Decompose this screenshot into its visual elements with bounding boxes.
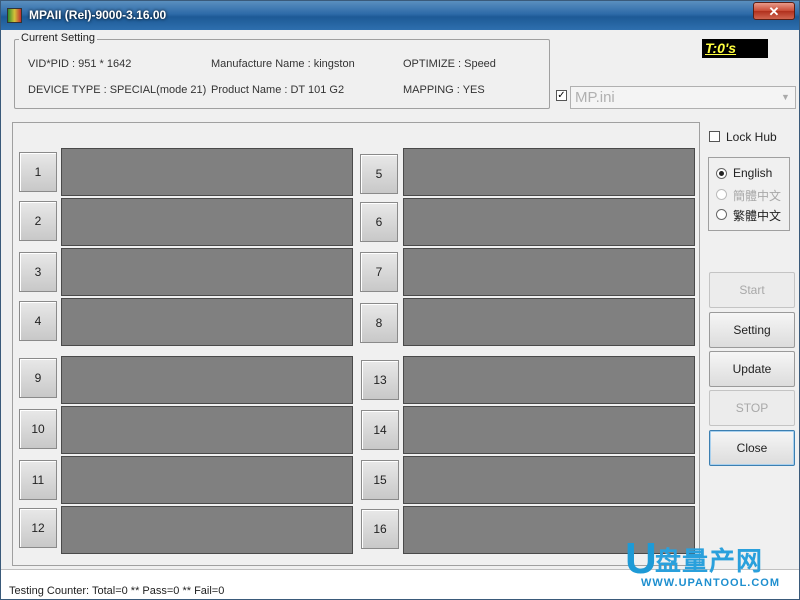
lock-hub-label: Lock Hub: [726, 130, 777, 144]
simplified-chinese-radio[interactable]: [716, 189, 727, 200]
english-radio[interactable]: [716, 168, 727, 179]
ini-combo-value: MP.ini: [575, 89, 615, 106]
app-icon: [7, 8, 22, 23]
slot-4-status: [61, 298, 353, 346]
slot-5-status: [403, 148, 695, 196]
slot-14-status: [403, 406, 695, 454]
ini-checkbox[interactable]: ✓: [556, 90, 567, 101]
slot-1-status: [61, 148, 353, 196]
slot-14-button[interactable]: 14: [361, 410, 399, 450]
device-type-text: DEVICE TYPE : SPECIAL(mode 21): [28, 84, 207, 96]
slot-6-button[interactable]: 6: [360, 202, 398, 242]
stop-button[interactable]: STOP: [709, 390, 795, 426]
watermark-chinese-text: 盘量产网: [655, 546, 764, 576]
slot-7-status: [403, 248, 695, 296]
watermark-url: WWW.UPANTOOL.COM: [641, 577, 781, 589]
slot-9-button[interactable]: 9: [19, 358, 57, 398]
slot-7-button[interactable]: 7: [360, 252, 398, 292]
slot-15-button[interactable]: 15: [361, 460, 399, 500]
current-setting-legend: Current Setting: [19, 32, 97, 44]
slot-8-status: [403, 298, 695, 346]
slot-8-button[interactable]: 8: [360, 303, 398, 343]
product-name-text: Product Name : DT 101 G2: [211, 84, 345, 96]
mapping-text: MAPPING : YES: [403, 84, 485, 96]
slot-9-status: [61, 356, 353, 404]
slot-1-button[interactable]: 1: [19, 152, 57, 192]
timer-display: T:0's: [702, 39, 768, 58]
slot-4-button[interactable]: 4: [19, 301, 57, 341]
slot-3-status: [61, 248, 353, 296]
slot-15-status: [403, 456, 695, 504]
watermark-letter: U: [625, 534, 657, 583]
slot-10-button[interactable]: 10: [19, 409, 57, 449]
slot-10-status: [61, 406, 353, 454]
slot-16-button[interactable]: 16: [361, 509, 399, 549]
english-label: English: [733, 166, 773, 180]
slot-12-status: [61, 506, 353, 554]
slot-11-button[interactable]: 11: [19, 460, 57, 500]
window-title: MPAII (Rel)-9000-3.16.00: [29, 8, 167, 22]
slot-3-button[interactable]: 3: [19, 252, 57, 292]
slot-13-button[interactable]: 13: [361, 360, 399, 400]
vid-pid-text: VID*PID : 951 * 1642: [28, 58, 132, 70]
chevron-down-icon[interactable]: ▼: [778, 89, 793, 106]
traditional-chinese-radio[interactable]: [716, 209, 727, 220]
slot-2-button[interactable]: 2: [19, 201, 57, 241]
testing-counter-text: Testing Counter: Total=0 ** Pass=0 ** Fa…: [9, 585, 225, 597]
traditional-chinese-label: 繁體中文: [733, 209, 782, 223]
manufacture-text: Manufacture Name : kingston: [211, 58, 355, 70]
main-window: MPAII (Rel)-9000-3.16.00 ✕ Current Setti…: [0, 0, 800, 600]
slot-5-button[interactable]: 5: [360, 154, 398, 194]
start-button[interactable]: Start: [709, 272, 795, 308]
slot-12-button[interactable]: 12: [19, 508, 57, 548]
optimize-text: OPTIMIZE : Speed: [403, 58, 496, 70]
update-button[interactable]: Update: [709, 351, 795, 387]
close-icon[interactable]: ✕: [753, 2, 795, 20]
slot-6-status: [403, 198, 695, 246]
slot-2-status: [61, 198, 353, 246]
simplified-chinese-label: 簡體中文: [733, 189, 782, 203]
close-button[interactable]: Close: [709, 430, 795, 466]
slot-11-status: [61, 456, 353, 504]
lock-hub-checkbox[interactable]: [709, 131, 720, 142]
watermark-logo: U 盘量产网 WWW.UPANTOOL.COM: [625, 534, 793, 590]
slot-13-status: [403, 356, 695, 404]
current-setting-group: [14, 39, 550, 109]
ini-combo[interactable]: MP.ini ▼: [570, 86, 796, 109]
title-bar[interactable]: MPAII (Rel)-9000-3.16.00 ✕: [1, 1, 799, 30]
setting-button[interactable]: Setting: [709, 312, 795, 348]
